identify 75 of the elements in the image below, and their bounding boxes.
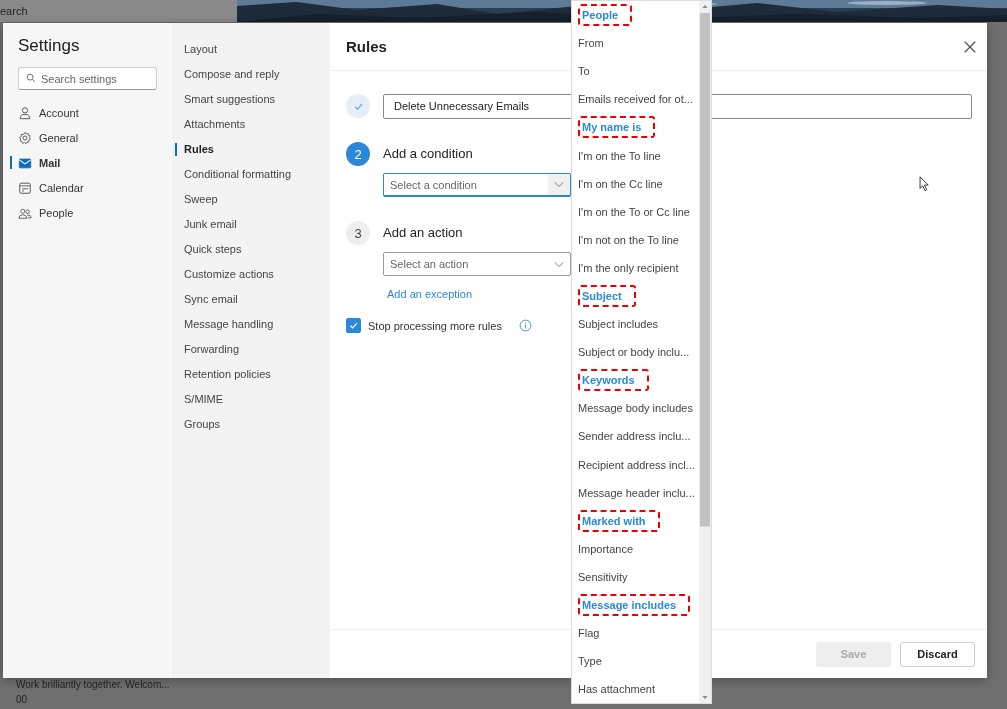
menu-option[interactable]: From bbox=[578, 37, 604, 50]
dropdown-field[interactable]: Select an action bbox=[383, 252, 571, 276]
subcategory-item[interactable]: Customize actions bbox=[174, 262, 330, 287]
menu-option[interactable]: Emails received for ot... bbox=[578, 93, 693, 106]
menu-option[interactable]: Message header inclu... bbox=[578, 486, 695, 499]
menu-group-header: Keywords bbox=[578, 369, 649, 392]
settings-title: Settings bbox=[17, 35, 81, 57]
info-icon[interactable] bbox=[518, 319, 532, 332]
checkbox[interactable] bbox=[346, 318, 361, 333]
menu-option[interactable]: I'm the only recipient bbox=[578, 261, 679, 274]
category-item[interactable]: Mail bbox=[3, 150, 173, 175]
menu-option[interactable]: Recipient address incl... bbox=[578, 458, 695, 471]
subcategory-item[interactable]: Sync email bbox=[174, 287, 330, 312]
category-item[interactable]: Calendar bbox=[3, 175, 173, 200]
panel-title: Rules bbox=[346, 38, 387, 55]
menu-group-header: Subject bbox=[578, 285, 636, 307]
checkbox-label: Stop processing more rules bbox=[368, 319, 502, 332]
menu-option[interactable]: Subject includes bbox=[578, 318, 659, 331]
subcategory-item[interactable]: Conditional formatting bbox=[174, 162, 330, 187]
menu-option[interactable]: Flag bbox=[578, 627, 600, 640]
subcategory-item[interactable]: S/MIME bbox=[174, 387, 330, 412]
gear-icon bbox=[18, 130, 32, 145]
subcategory-item[interactable]: Groups bbox=[174, 412, 330, 437]
mail-icon bbox=[18, 155, 32, 170]
subcategory-item[interactable]: Compose and reply bbox=[174, 62, 330, 87]
subcategory-item[interactable]: Smart suggestions bbox=[174, 87, 330, 112]
message-preview: Work brilliantly together. Welcom... bbox=[16, 679, 170, 691]
menu-option[interactable]: Sensitivity bbox=[578, 570, 628, 583]
menu-option[interactable]: I'm not on the To line bbox=[578, 233, 679, 246]
menu-option[interactable]: Type bbox=[578, 655, 602, 668]
step-number: 3 bbox=[346, 221, 370, 245]
chevron-icon bbox=[554, 181, 564, 188]
menu-option[interactable]: I'm on the Cc line bbox=[578, 177, 663, 190]
subcategory-item[interactable]: Quick steps bbox=[174, 237, 330, 262]
mouse-pointer-icon bbox=[919, 176, 930, 192]
search-text: earch bbox=[0, 5, 28, 17]
subcategory-item[interactable]: Message handling bbox=[174, 312, 330, 337]
menu-group-header: My name is bbox=[578, 116, 656, 139]
subcategory-item[interactable]: Sweep bbox=[174, 187, 330, 212]
calendar-icon bbox=[18, 180, 32, 195]
step-label: Add an action bbox=[383, 224, 463, 242]
subcategory-item[interactable]: Layout bbox=[174, 37, 330, 62]
search-bar[interactable]: earch bbox=[0, 0, 237, 22]
person-icon bbox=[18, 105, 32, 120]
add-exception-link[interactable]: Add an exception bbox=[387, 288, 472, 300]
menu-group-header: People bbox=[578, 4, 633, 27]
menu-option[interactable]: Subject or body inclu... bbox=[578, 346, 690, 359]
discard-button[interactable]: Discard bbox=[900, 641, 975, 667]
subcategory-item[interactable]: Attachments bbox=[174, 112, 330, 137]
subcategory-item[interactable]: Rules bbox=[174, 137, 330, 162]
subcategory-item[interactable]: Retention policies bbox=[174, 362, 330, 387]
category-item[interactable]: Account bbox=[3, 100, 173, 125]
subcategory-item[interactable]: Junk email bbox=[174, 212, 330, 237]
message-time: 00 bbox=[16, 694, 29, 706]
chevron-icon bbox=[554, 260, 564, 268]
step-label: Add a condition bbox=[383, 145, 473, 163]
menu-group-header: Message includes bbox=[578, 594, 691, 616]
dropdown-field[interactable]: Select a condition bbox=[383, 173, 571, 197]
menu-option[interactable]: Message body includes bbox=[578, 402, 693, 415]
menu-option[interactable]: I'm on the To or Cc line bbox=[578, 205, 690, 218]
check-icon bbox=[348, 320, 359, 331]
category-item[interactable]: General bbox=[3, 125, 173, 150]
menu-option[interactable]: I'm on the To line bbox=[578, 149, 661, 162]
search-icon bbox=[26, 73, 36, 83]
menu-option[interactable]: Sender address inclu... bbox=[578, 430, 691, 443]
menu-option[interactable]: Importance bbox=[578, 542, 634, 555]
subcategory-item[interactable]: Forwarding bbox=[174, 337, 330, 362]
search-field[interactable]: Search settings bbox=[18, 67, 157, 90]
menu-option[interactable]: To bbox=[578, 65, 590, 78]
menu-option[interactable]: Has attachment bbox=[578, 683, 656, 696]
category-item[interactable]: People bbox=[3, 200, 173, 225]
scrollbar[interactable] bbox=[699, 1, 711, 703]
menu-group-header: Marked with bbox=[578, 509, 660, 532]
close-icon[interactable] bbox=[963, 39, 977, 54]
step-number: 2 bbox=[346, 142, 370, 166]
